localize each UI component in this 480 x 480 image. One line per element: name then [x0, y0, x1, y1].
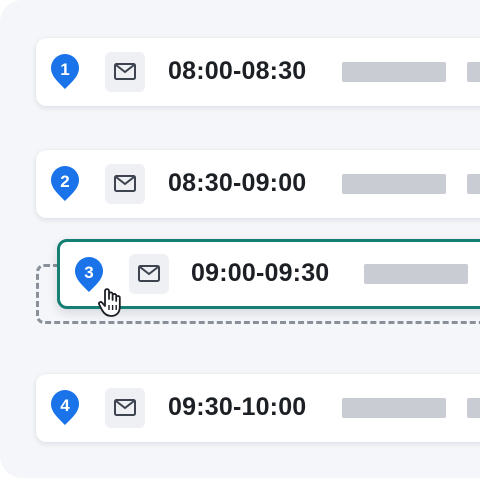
location-pin-icon: 2	[48, 164, 82, 202]
time-slot-card[interactable]: 4 09:30-10:00	[36, 374, 480, 442]
slot-time: 09:30-10:00	[168, 393, 307, 421]
placeholder-bar	[342, 174, 446, 194]
mail-icon[interactable]	[105, 164, 145, 204]
time-slot-card[interactable]: 2 08:30-09:00	[36, 150, 480, 218]
placeholder-bar	[467, 62, 480, 82]
slot-number: 1	[60, 60, 70, 79]
mail-icon[interactable]	[105, 388, 145, 428]
time-slot-card[interactable]: 1 08:00-08:30	[36, 38, 480, 106]
location-pin-icon: 1	[48, 52, 82, 90]
slot-number: 3	[84, 263, 94, 282]
slot-time: 08:00-08:30	[168, 57, 307, 85]
placeholder-bar	[467, 398, 480, 418]
placeholder-bar	[342, 62, 446, 82]
placeholder-bar	[364, 264, 468, 284]
schedule-stage: 1 08:00-08:30 2 08:30-09:00 3 09:00-09:3…	[0, 0, 480, 480]
slot-time: 08:30-09:00	[168, 169, 307, 197]
slot-number: 4	[60, 396, 70, 415]
hand-grab-cursor-icon	[96, 285, 128, 319]
slot-time: 09:00-09:30	[191, 259, 330, 287]
slot-number: 2	[60, 172, 70, 191]
placeholder-bar	[342, 398, 446, 418]
placeholder-bar	[467, 174, 480, 194]
mail-icon[interactable]	[129, 254, 169, 294]
location-pin-icon: 4	[48, 388, 82, 426]
mail-icon[interactable]	[105, 52, 145, 92]
